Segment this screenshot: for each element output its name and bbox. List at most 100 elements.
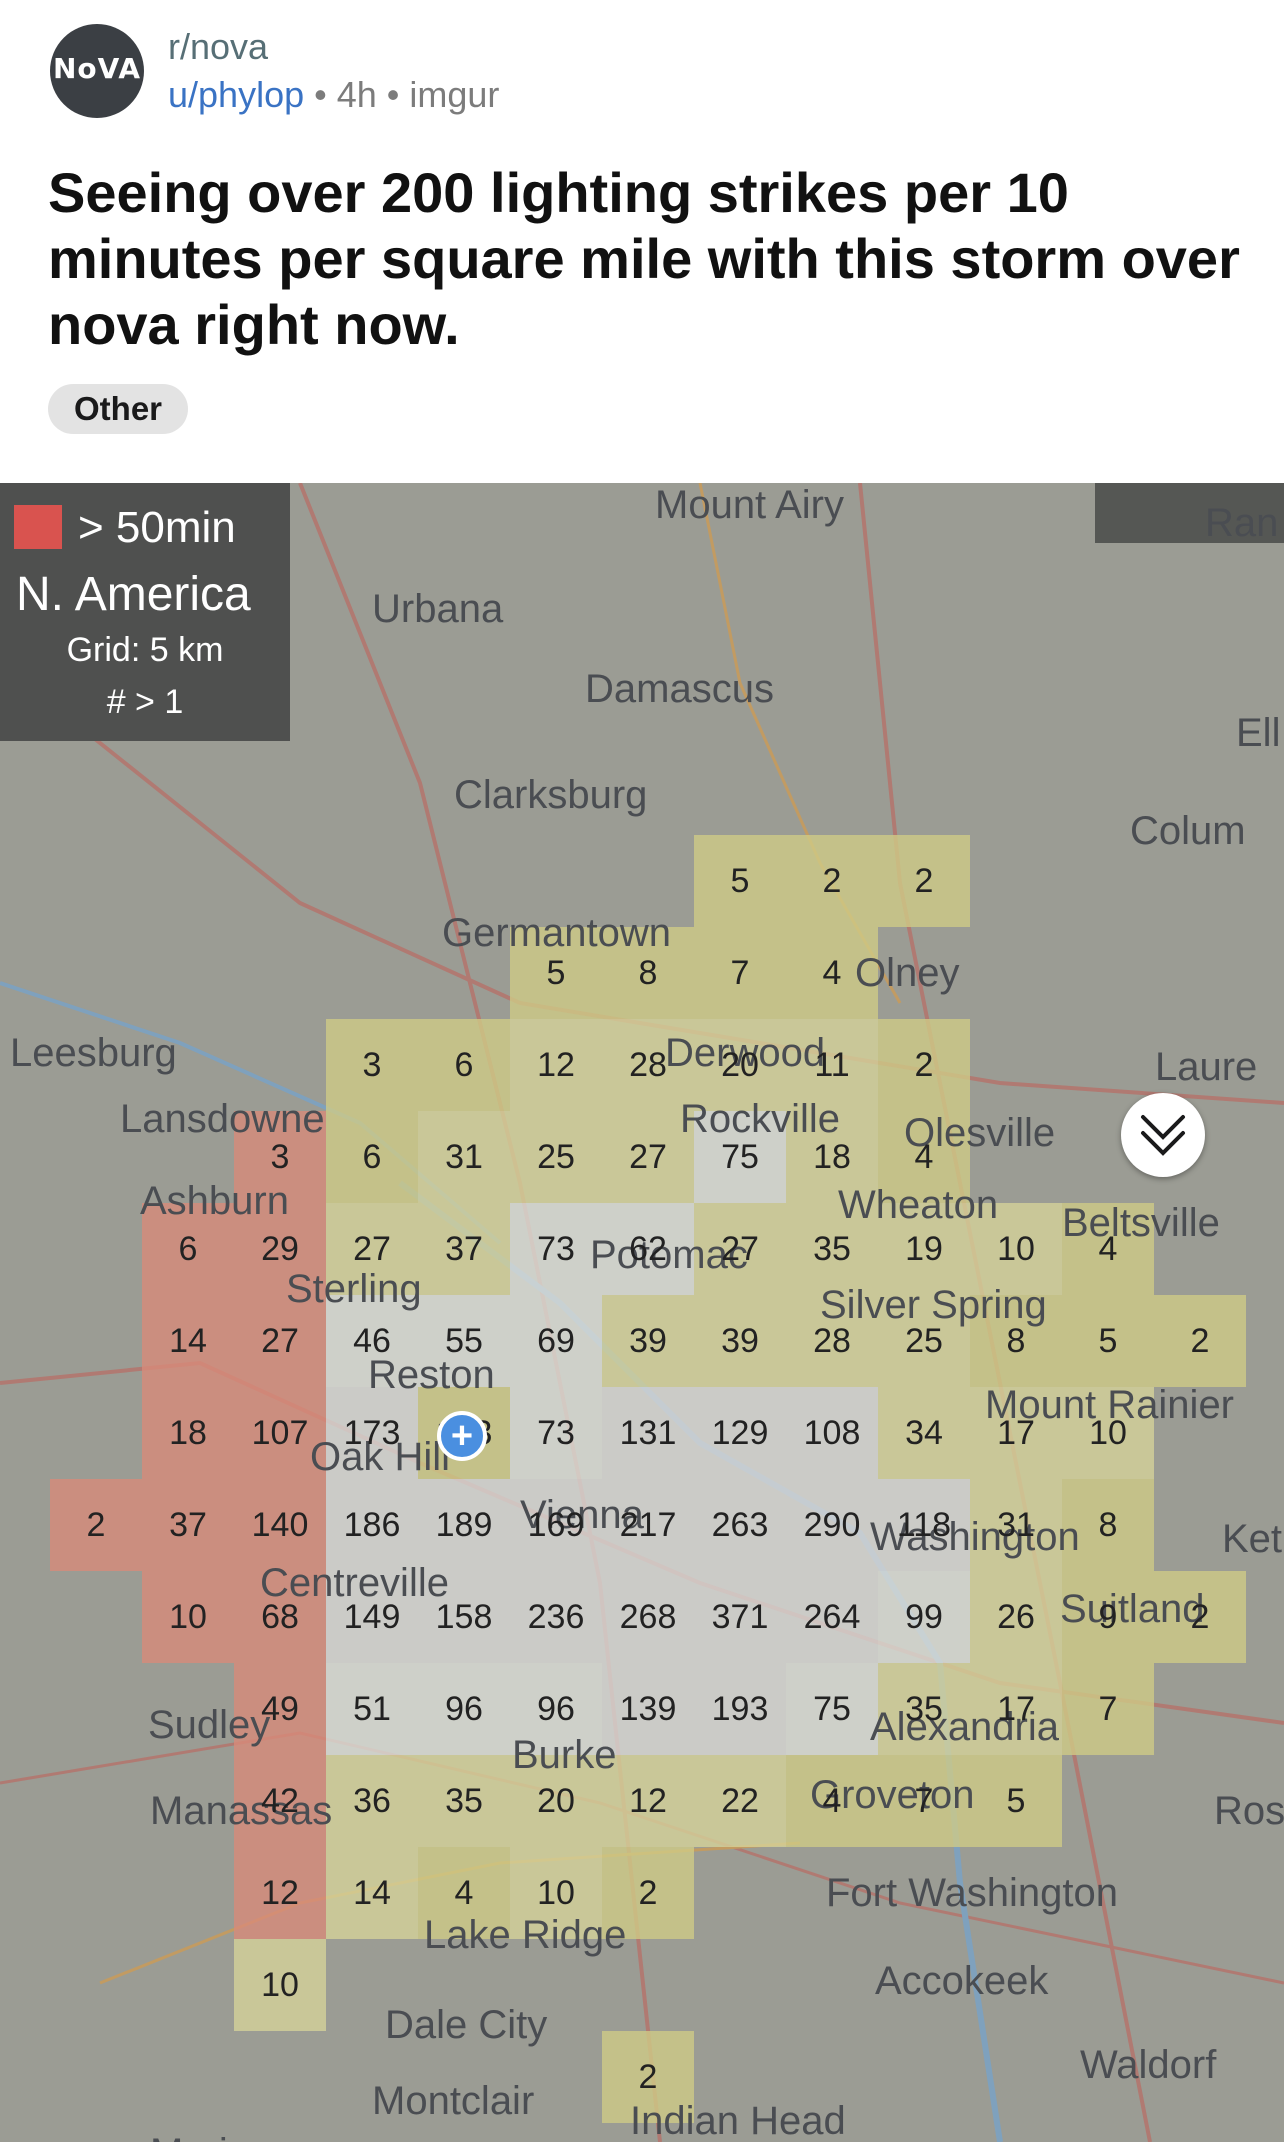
map-place-label: Marine <box>150 2131 272 2142</box>
post-source[interactable]: imgur <box>409 74 499 115</box>
strike-count: 69 <box>537 1322 575 1360</box>
map-place-label: Ran <box>1205 501 1279 545</box>
strike-count: 96 <box>537 1690 575 1728</box>
strike-count: 18 <box>813 1138 851 1176</box>
strike-count: 186 <box>343 1506 401 1544</box>
strike-count: 9 <box>1098 1598 1118 1636</box>
strike-count: 129 <box>711 1414 769 1452</box>
strike-count: 27 <box>353 1230 391 1268</box>
strike-count: 6 <box>454 1046 474 1084</box>
map-place-label: Lake Ridge <box>424 1913 627 1957</box>
post-flair[interactable]: Other <box>48 384 189 434</box>
strike-count: 46 <box>353 1322 391 1360</box>
strike-count: 4 <box>454 1874 474 1912</box>
strike-count: 10 <box>169 1598 207 1636</box>
strike-count: 2 <box>1190 1598 1210 1636</box>
strike-count: 8 <box>638 954 658 992</box>
strike-count: 35 <box>813 1230 851 1268</box>
strike-count: 290 <box>803 1506 861 1544</box>
subreddit-avatar[interactable]: NoVA <box>50 24 144 118</box>
location-pin-icon[interactable]: + <box>437 1411 487 1461</box>
lightning-map-image[interactable]: Mount Airy Ran Urbana Damascus Ell Clarksburg… <box>0 483 1284 2142</box>
map-place-label: Dale City <box>385 2003 548 2047</box>
map-place-label: Lansdowne <box>120 1097 325 1141</box>
strike-count: 268 <box>619 1598 677 1636</box>
map-place-label: Rockville <box>680 1097 841 1141</box>
strike-count: 7 <box>1098 1690 1118 1728</box>
strike-count: 189 <box>435 1506 493 1544</box>
map-place-label: Indian Head <box>630 2099 846 2142</box>
strike-count: 158 <box>435 1598 493 1636</box>
strike-count: 73 <box>537 1230 575 1268</box>
strike-count: 17 <box>997 1690 1035 1728</box>
strike-count: 14 <box>169 1322 207 1360</box>
strike-count: 10 <box>997 1230 1035 1268</box>
map-place-label: Damascus <box>585 667 774 711</box>
subreddit-name[interactable]: r/nova <box>168 26 268 68</box>
post-title[interactable]: Seeing over 200 lighting strikes per 10 … <box>48 160 1248 358</box>
strike-count: 31 <box>997 1506 1035 1544</box>
double-chevron-down-icon[interactable] <box>1121 1093 1205 1177</box>
strike-count: 28 <box>629 1046 667 1084</box>
strike-count: 37 <box>169 1506 207 1544</box>
strike-count: 173 <box>343 1414 401 1452</box>
strike-count: 42 <box>261 1782 299 1820</box>
strike-count: 6 <box>178 1230 198 1268</box>
strike-count: 6 <box>362 1138 382 1176</box>
strike-count: 39 <box>721 1322 759 1360</box>
strike-count: 55 <box>445 1322 483 1360</box>
strike-count: 12 <box>629 1782 667 1820</box>
strike-count: 217 <box>619 1506 677 1544</box>
map-place-label: Clarksburg <box>454 773 648 817</box>
legend-grid-size: Grid: 5 km <box>66 631 224 669</box>
strike-count: 62 <box>629 1230 667 1268</box>
map-place-label: Laure <box>1155 1045 1258 1089</box>
strike-count: 68 <box>261 1598 299 1636</box>
author-link[interactable]: u/phylop <box>168 74 304 115</box>
strike-count: 8 <box>1098 1506 1118 1544</box>
strike-count: 27 <box>721 1230 759 1268</box>
strike-count: 35 <box>905 1690 943 1728</box>
strike-count: 75 <box>813 1690 851 1728</box>
strike-count: 5 <box>1006 1782 1026 1820</box>
strike-count: 19 <box>905 1230 943 1268</box>
map-place-label: Germantown <box>442 911 671 955</box>
map-place-label: Ell <box>1236 711 1281 755</box>
post-meta: u/phylop • 4h • imgur <box>168 74 499 116</box>
strike-count: 118 <box>896 1506 952 1544</box>
strike-count: 7 <box>914 1782 934 1820</box>
strike-count: 2 <box>914 1046 934 1084</box>
strike-count: 10 <box>537 1874 575 1912</box>
strike-count: 27 <box>261 1322 299 1360</box>
strike-count: 108 <box>803 1414 861 1452</box>
legend-region: N. America <box>16 568 251 621</box>
strike-count: 4 <box>822 1782 842 1820</box>
strike-count: 20 <box>721 1046 759 1084</box>
strike-count: 107 <box>251 1414 309 1452</box>
map-place-label: Colum <box>1130 809 1246 853</box>
post-header: NoVA r/nova u/phylop • 4h • imgur Seeing ove… <box>0 0 1284 483</box>
map-place-label: Mount Airy <box>655 483 844 527</box>
strike-count: 27 <box>629 1138 667 1176</box>
map-place-label: Leesburg <box>10 1031 177 1075</box>
strike-count: 4 <box>822 954 842 992</box>
map-place-label: Ket <box>1222 1517 1283 1561</box>
avatar-logo-text: NoVA <box>52 52 142 85</box>
strike-count: 5 <box>546 954 566 992</box>
strike-count: 11 <box>814 1046 850 1084</box>
strike-count: 26 <box>997 1598 1035 1636</box>
strike-count: 34 <box>905 1414 943 1452</box>
map-place-label: Burke <box>512 1733 617 1777</box>
strike-count: 28 <box>813 1322 851 1360</box>
strike-count: 4 <box>1098 1230 1118 1268</box>
strike-count: 193 <box>711 1690 769 1728</box>
strike-count: 2 <box>1190 1322 1210 1360</box>
strike-count: 10 <box>1089 1414 1127 1452</box>
strike-count: 14 <box>353 1874 391 1912</box>
strike-count: 4 <box>914 1138 934 1176</box>
meta-separator: • <box>314 74 327 115</box>
strike-count: 18 <box>169 1414 207 1452</box>
strike-count: 96 <box>445 1690 483 1728</box>
strike-count: 2 <box>822 862 842 900</box>
strike-count: 5 <box>1098 1322 1118 1360</box>
